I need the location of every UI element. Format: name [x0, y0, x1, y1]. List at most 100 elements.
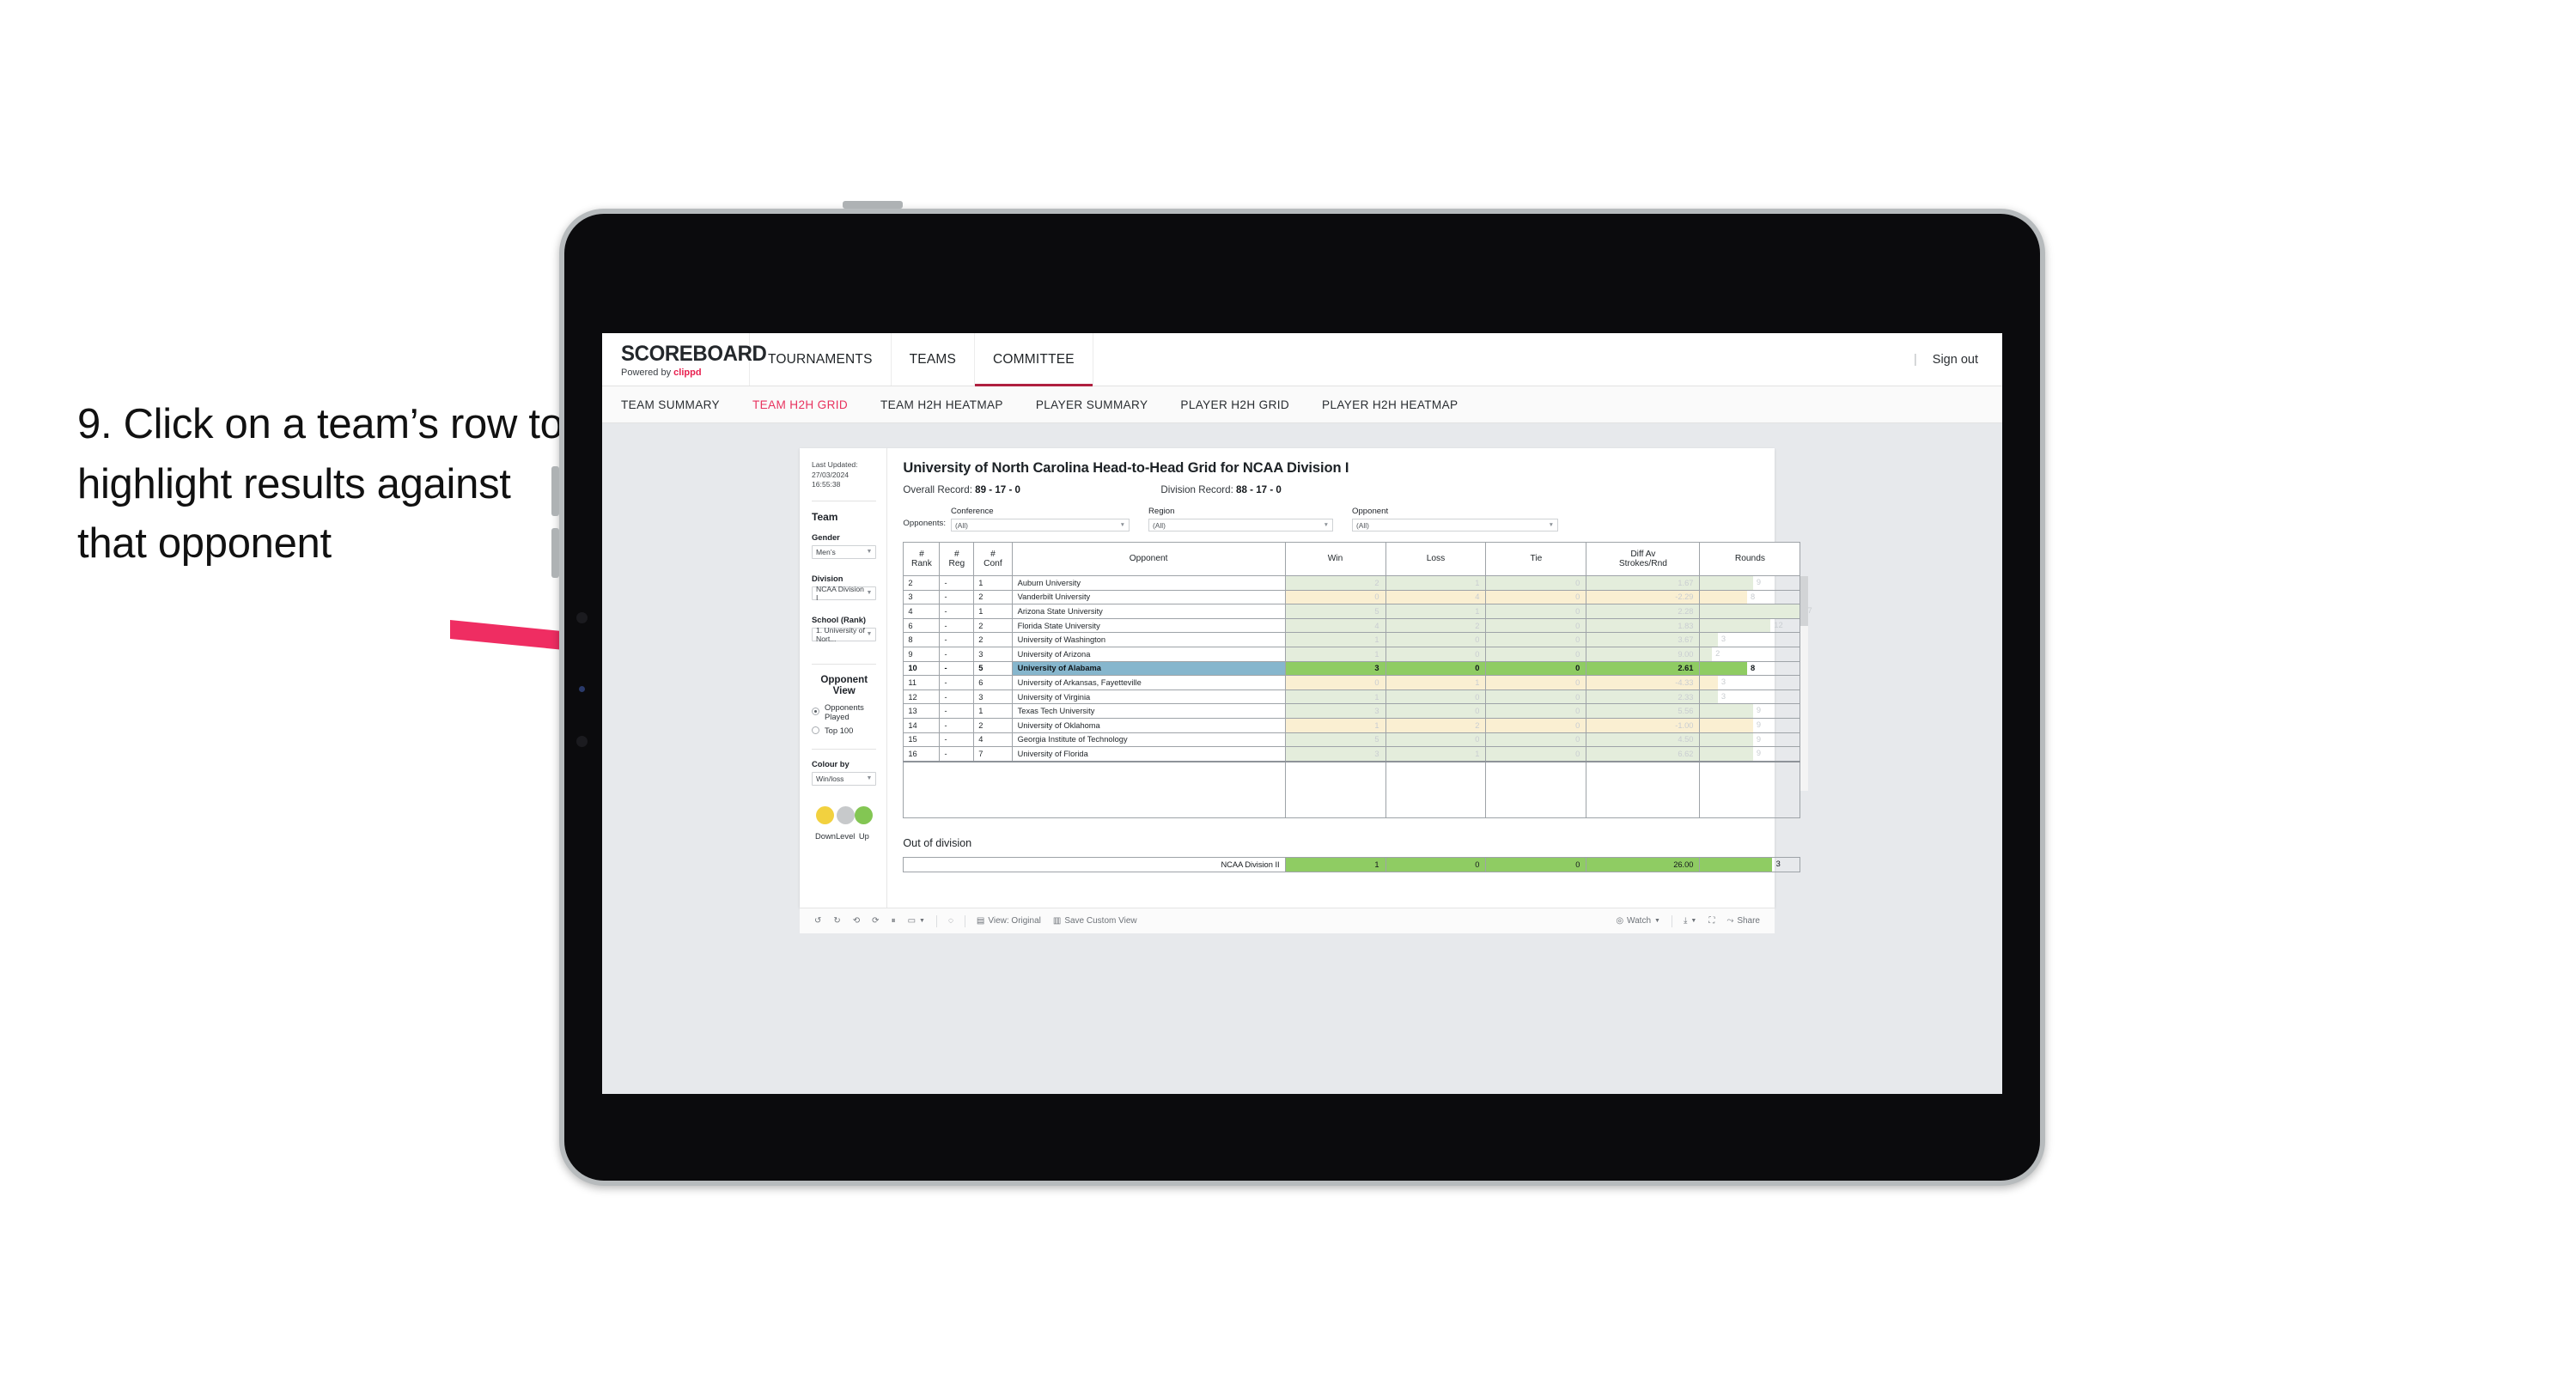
tab-player-summary[interactable]: PLAYER SUMMARY: [1036, 398, 1148, 411]
tablet-device-frame: SCOREBOARD Powered by clippd TOURNAMENTS…: [551, 201, 2045, 1186]
table-row[interactable]: 10-5 University of Alabama 3 0 0 2.61 8: [903, 660, 1801, 677]
cell-opponent: University of Virginia: [1011, 689, 1286, 705]
cell-rounds-value: 17: [1700, 604, 1812, 618]
nav-item-committee[interactable]: COMMITTEE: [975, 333, 1093, 386]
col-tie: Tie: [1485, 542, 1587, 576]
table-row[interactable]: 16-7 University of Florida 3 1 0 6.62 9: [903, 746, 1801, 762]
brand-clippd: clippd: [673, 367, 702, 378]
watch-icon: ◎: [1616, 916, 1624, 926]
cell-opponent: Arizona State University: [1011, 604, 1286, 619]
cell-opponent: University of Arkansas, Fayetteville: [1011, 675, 1286, 690]
radio-opponents-played[interactable]: Opponents Played: [812, 702, 876, 721]
fullscreen-button[interactable]: ⛶: [1702, 916, 1720, 926]
opponent-filter-label: Opponent: [1352, 507, 1389, 516]
cell-rank: 3: [903, 589, 941, 605]
cell-opponent: Auburn University: [1011, 575, 1286, 591]
region-filter-select[interactable]: (All) ▼: [1148, 519, 1333, 532]
nav-item-tournaments[interactable]: TOURNAMENTS: [750, 333, 892, 386]
tab-team-h2h-grid[interactable]: TEAM H2H GRID: [752, 398, 848, 411]
cell-opponent: University of Alabama: [1011, 660, 1286, 677]
table-row[interactable]: 11-6 University of Arkansas, Fayetteville…: [903, 675, 1801, 690]
download-button[interactable]: ⤓ ▼: [1678, 916, 1702, 926]
colour-by-select[interactable]: Win/loss ▼: [812, 771, 877, 786]
cell-rounds-value: 9: [1756, 706, 1761, 715]
alert-icon[interactable]: ◌: [942, 916, 959, 926]
cell-diff: 1.83: [1586, 617, 1701, 634]
nav-item-teams[interactable]: TEAMS: [892, 333, 976, 386]
cell-diff: 3.67: [1586, 632, 1701, 647]
opponent-filter-select[interactable]: (All) ▼: [1352, 519, 1558, 532]
ood-rounds-value: 3: [1775, 860, 1781, 869]
table-row[interactable]: 3-2 Vanderbilt University 0 4 0 -2.29 8: [903, 589, 1801, 605]
cell-rounds: 8: [1699, 660, 1801, 677]
cell-diff: 2.33: [1586, 689, 1701, 705]
team-section-heading: Team: [812, 510, 838, 523]
cell-diff: -1.00: [1586, 717, 1701, 733]
out-of-division-title: Out of division: [903, 837, 972, 850]
cell-diff: 4.50: [1586, 732, 1701, 748]
redo-icon[interactable]: ↻: [827, 916, 846, 926]
cell-tie: 0: [1485, 703, 1587, 719]
rear-camera: [576, 736, 588, 747]
table-row[interactable]: 9-3 University of Arizona 1 0 0 9.00 2: [903, 646, 1801, 662]
tab-player-h2h-heatmap[interactable]: PLAYER H2H HEATMAP: [1322, 398, 1458, 411]
cell-rounds: 2: [1699, 646, 1801, 662]
watch-button[interactable]: ◎ Watch ▼: [1610, 916, 1666, 926]
device-layout-icon[interactable]: ▭ ▼: [902, 916, 931, 926]
revert-icon[interactable]: ⟲: [847, 916, 866, 926]
cell-rounds-value: 3: [1720, 635, 1726, 644]
view-original-button[interactable]: ▤ View: Original: [971, 916, 1047, 926]
cell-rank: 13: [903, 703, 941, 719]
share-button[interactable]: ⤳ Share: [1720, 916, 1766, 926]
cell-rounds-value: 3: [1720, 677, 1726, 687]
pause-icon[interactable]: ⏸: [886, 916, 902, 926]
table-row[interactable]: 15-4 Georgia Institute of Technology 5 0 0 4.…: [903, 732, 1801, 748]
cell-rounds: 9: [1699, 746, 1801, 762]
division-select[interactable]: NCAA Division I ▼: [812, 585, 877, 602]
tab-team-summary[interactable]: TEAM SUMMARY: [621, 398, 720, 411]
cell-diff: -4.33: [1586, 675, 1701, 690]
cell-rounds: 9: [1699, 703, 1801, 719]
legend-dot-up: [855, 805, 874, 824]
cell-tie: 0: [1485, 732, 1587, 748]
cell-rank: 4: [903, 604, 941, 619]
table-row[interactable]: 8-2 University of Washington 1 0 0 3.67 3: [903, 632, 1801, 647]
out-of-division-table: NCAA Division II 1 0 0 26.00 3: [903, 857, 1801, 873]
table-row[interactable]: 14-2 University of Oklahoma 1 2 0 -1.00 9: [903, 717, 1801, 733]
table-row[interactable]: 13-1 Texas Tech University 3 0 0 5.56 9: [903, 703, 1801, 719]
school-rank-select[interactable]: 1. University of Nort... ▼: [812, 626, 877, 643]
tab-team-h2h-heatmap[interactable]: TEAM H2H HEATMAP: [880, 398, 1003, 411]
gender-select[interactable]: Men’s ▼: [812, 544, 877, 559]
tab-player-h2h-grid[interactable]: PLAYER H2H GRID: [1180, 398, 1289, 411]
cell-loss: 2: [1385, 617, 1487, 634]
out-of-division-row[interactable]: NCAA Division II 1 0 0 26.00 3: [903, 857, 1801, 873]
cell-rounds-value: 2: [1715, 648, 1720, 658]
save-custom-view-button[interactable]: ▥ Save Custom View: [1047, 916, 1143, 926]
conference-filter: Conference (All) ▼: [951, 507, 1130, 532]
table-row[interactable]: 12-3 University of Virginia 1 0 0 2.33 3: [903, 689, 1801, 705]
cell-win: 5: [1284, 732, 1386, 748]
cell-reg: -: [939, 717, 975, 733]
scrollbar-thumb[interactable]: [1800, 576, 1809, 626]
cell-tie: 0: [1485, 746, 1587, 762]
grid-vertical-scrollbar[interactable]: [1800, 576, 1809, 791]
table-row[interactable]: 4-1Arizona State University5102.2817: [903, 604, 1812, 619]
cell-loss: 0: [1385, 732, 1487, 748]
conference-filter-select[interactable]: (All) ▼: [951, 519, 1130, 532]
cell-rank: 9: [903, 646, 941, 662]
radio-top-100[interactable]: Top 100: [812, 726, 876, 735]
refresh-icon[interactable]: ⟳: [866, 916, 885, 926]
cell-conf: 2: [973, 617, 1013, 634]
undo-icon[interactable]: ↺: [808, 916, 827, 926]
table-row[interactable]: 6-2 Florida State University 4 2 0 1.83 12: [903, 617, 1801, 634]
h2h-grid-table: # Rank # Reg # Conf Opponent Win Loss Tie D…: [903, 542, 1812, 819]
opponent-filter: Opponent (All) ▼: [1352, 507, 1558, 532]
col-win: Win: [1284, 542, 1386, 576]
sub-tab-bar: TEAM SUMMARY TEAM H2H GRID TEAM H2H HEAT…: [602, 386, 2002, 423]
signout-link[interactable]: Sign out: [1933, 353, 1978, 367]
cell-opponent: Georgia Institute of Technology: [1011, 732, 1286, 748]
cell-win: 3: [1284, 660, 1386, 677]
ood-tie: 0: [1485, 857, 1587, 873]
opponents-label: Opponents:: [903, 519, 946, 528]
table-row[interactable]: 2-1 Auburn University 2 1 0 1.67 9: [903, 575, 1801, 591]
